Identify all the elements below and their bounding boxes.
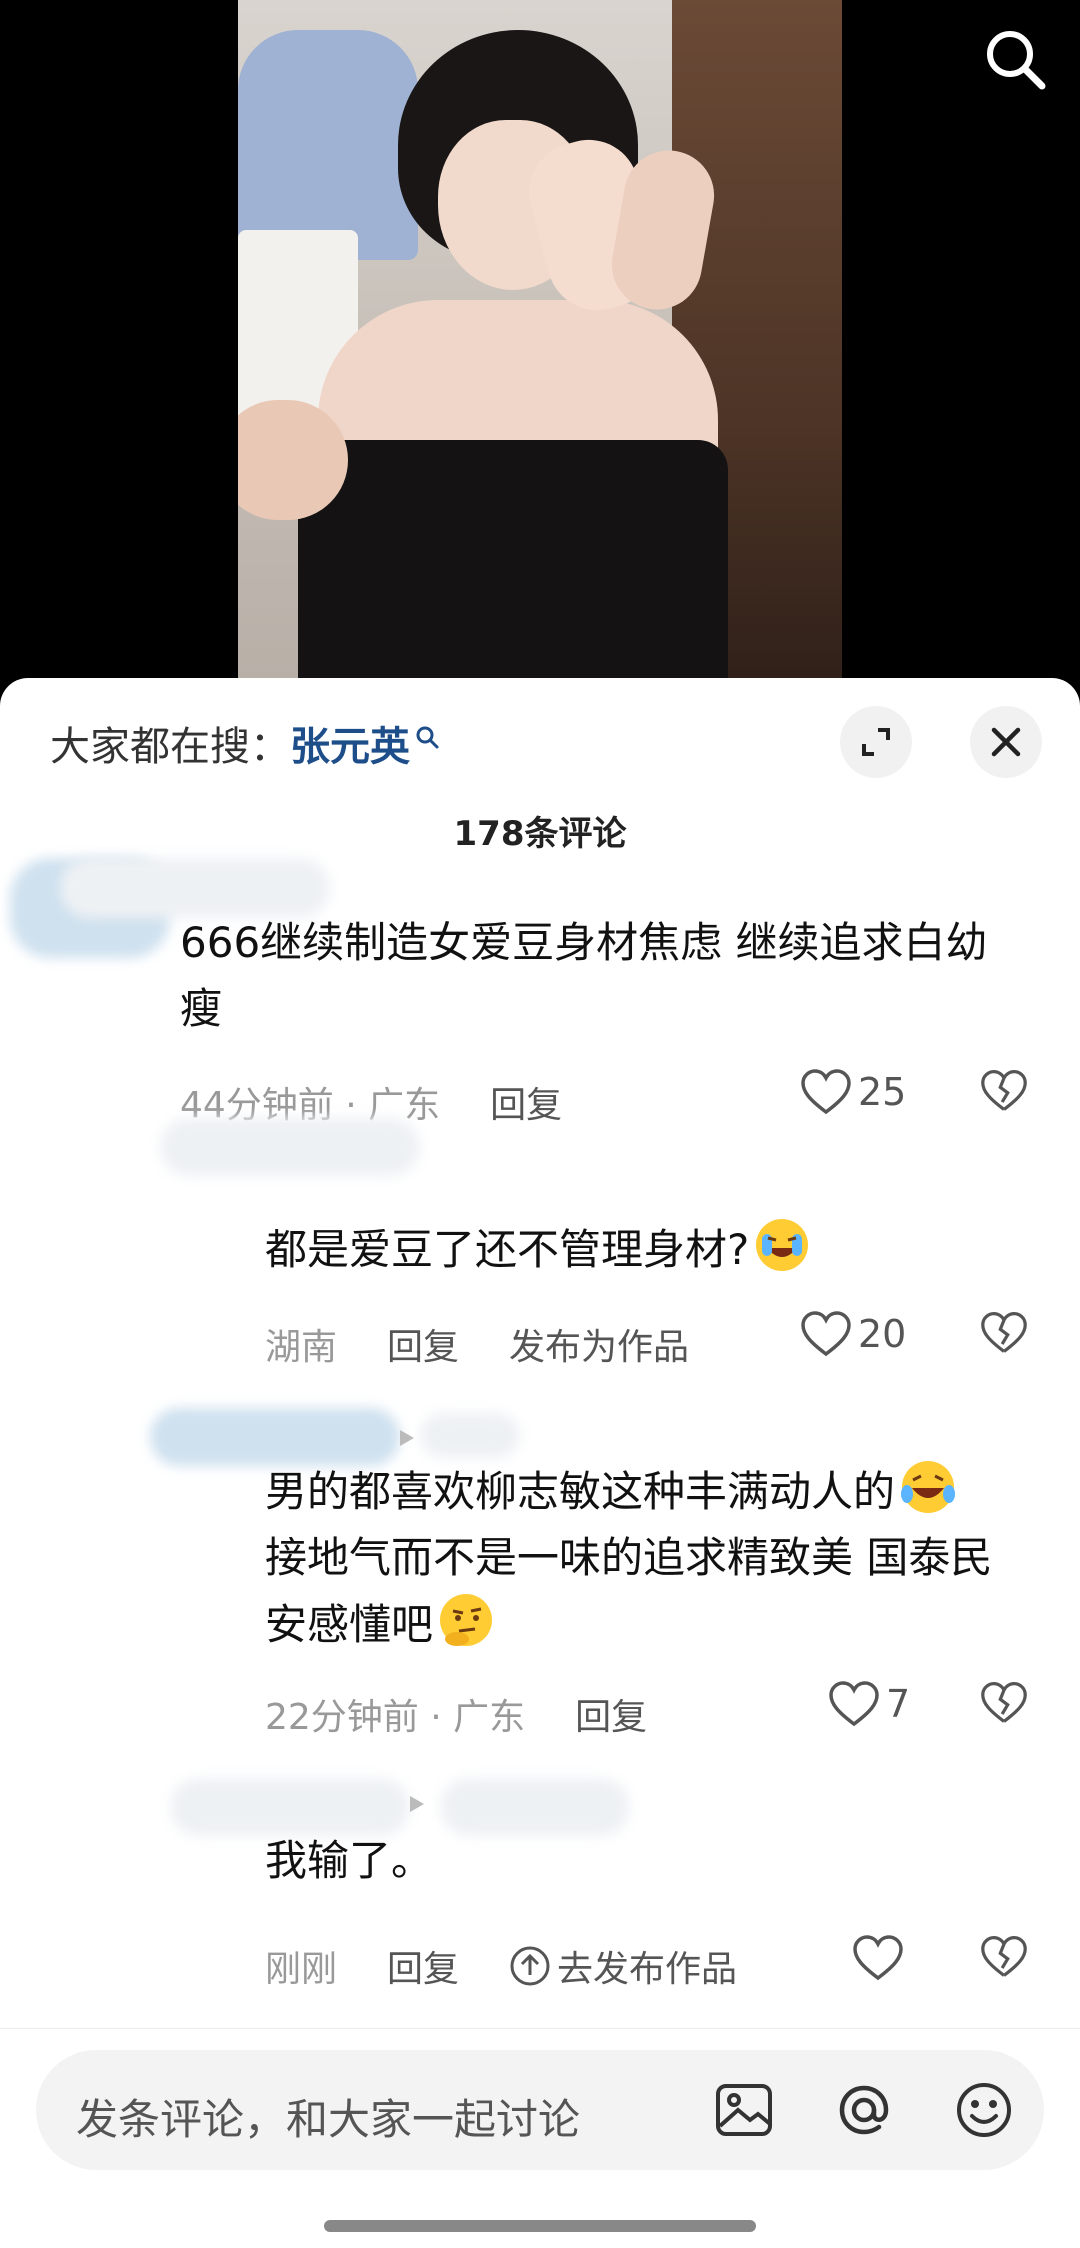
expand-button[interactable] [840,706,912,778]
comment-sheet: 大家都在搜：张元英 178条评论 666继续制造女爱豆身材焦虑 继续追求白幼瘦 … [0,678,1080,2248]
mini-search-icon [414,714,440,760]
sheet-header: 大家都在搜：张元英 178条评论 [0,678,1080,854]
heart-icon [829,1681,879,1727]
comment-text: 666继续制造女爱豆身材焦虑 继续追求白幼瘦 [180,918,988,1033]
trending-search-hint[interactable]: 大家都在搜：张元英 [50,714,440,772]
comment-input-placeholder: 发条评论，和大家一起讨论 [76,2095,581,2144]
comment-time: 22分钟前 · 广东 [265,1697,526,1738]
image-icon[interactable] [712,2078,776,2142]
dislike-button[interactable] [980,1310,1028,1360]
heart-icon [853,1935,903,1981]
home-indicator[interactable] [324,2220,756,2232]
comment-text: 男的都喜欢柳志敏这种丰满动人的 接地气而不是一味的追求精致美 国泰民安感懂吧 [265,1458,1025,1658]
close-icon [991,727,1021,757]
comment-text: 我输了。 [265,1836,434,1885]
comment-meta: 湖南 回复 发布为作品 [265,1318,689,1370]
reply-button[interactable]: 回复 [575,1688,647,1740]
like-button[interactable]: 20 [800,1310,906,1358]
reply-arrow-icon [400,1430,414,1446]
video-frame [238,0,842,700]
mention-icon[interactable] [832,2078,896,2142]
divider [0,2028,1080,2029]
like-button[interactable]: 7 [828,1680,910,1728]
publish-as-work-button[interactable]: 发布为作品 [509,1318,689,1370]
like-count: 20 [858,1312,907,1356]
comment-meta: 刚刚 回复 去发布作品 [265,1940,737,1992]
comment-item: 666继续制造女爱豆身材焦虑 继续追求白幼瘦 44分钟前 · 广东 回复 25 [0,858,1080,1126]
reply-arrow-icon [410,1796,424,1812]
dislike-button[interactable] [980,1934,1028,1984]
heart-icon [801,1069,851,1115]
crying-laughing-emoji [753,1216,811,1274]
thinking-face-emoji [437,1591,495,1649]
comment-time: 刚刚 [265,1949,338,1990]
dislike-button[interactable] [980,1068,1028,1118]
comment-text: 都是爱豆了还不管理身材? [265,1216,1025,1283]
comment-item: 我输了。 刚刚 回复 去发布作品 [0,1778,1080,1998]
video-player[interactable] [0,0,1080,700]
go-publish-button[interactable]: 去发布作品 [509,1940,737,1992]
comment-text-body: 都是爱豆了还不管理身材? [265,1225,750,1274]
hint-prefix: 大家都在搜： [50,724,290,770]
reply-button[interactable]: 回复 [387,1318,459,1370]
broken-heart-icon [981,1935,1027,1977]
like-count: 7 [886,1682,911,1726]
like-count: 25 [858,1070,907,1114]
hint-keyword[interactable]: 张元英 [290,724,410,770]
go-publish-label: 去发布作品 [557,1949,738,1990]
comment-meta: 22分钟前 · 广东 回复 [265,1688,647,1740]
reply-target-username[interactable] [420,1413,520,1458]
expand-icon [862,728,890,756]
comment-item: 男的都喜欢柳志敏这种丰满动人的 接地气而不是一味的追求精致美 国泰民安感懂吧 2… [0,1408,1080,1738]
comment-input[interactable]: 发条评论，和大家一起讨论 [36,2050,1044,2170]
comment-text-line2: 接地气而不是一味的追求精致美 国泰民安感懂吧 [265,1533,993,1649]
comment-text-line1: 男的都喜欢柳志敏这种丰满动人的 [265,1467,896,1516]
broken-heart-icon [981,1681,1027,1723]
comment-region: 湖南 [265,1327,338,1368]
broken-heart-icon [981,1311,1027,1353]
username[interactable] [60,858,330,918]
reply-button[interactable]: 回复 [387,1940,459,1992]
reply-username[interactable] [160,1118,420,1176]
search-icon[interactable] [980,24,1050,94]
dislike-button[interactable] [980,1680,1028,1730]
like-button[interactable] [852,1934,910,1982]
comment-item: 都是爱豆了还不管理身材? 湖南 回复 发布为作品 20 [0,1118,1080,1368]
heart-icon [801,1311,851,1357]
like-button[interactable]: 25 [800,1068,906,1116]
broken-heart-icon [981,1069,1027,1111]
laughing-tears-emoji [899,1458,957,1516]
upload-circle-icon [510,1946,550,1986]
comment-count: 178条评论 [453,814,627,854]
emoji-icon[interactable] [952,2078,1016,2142]
close-button[interactable] [970,706,1042,778]
